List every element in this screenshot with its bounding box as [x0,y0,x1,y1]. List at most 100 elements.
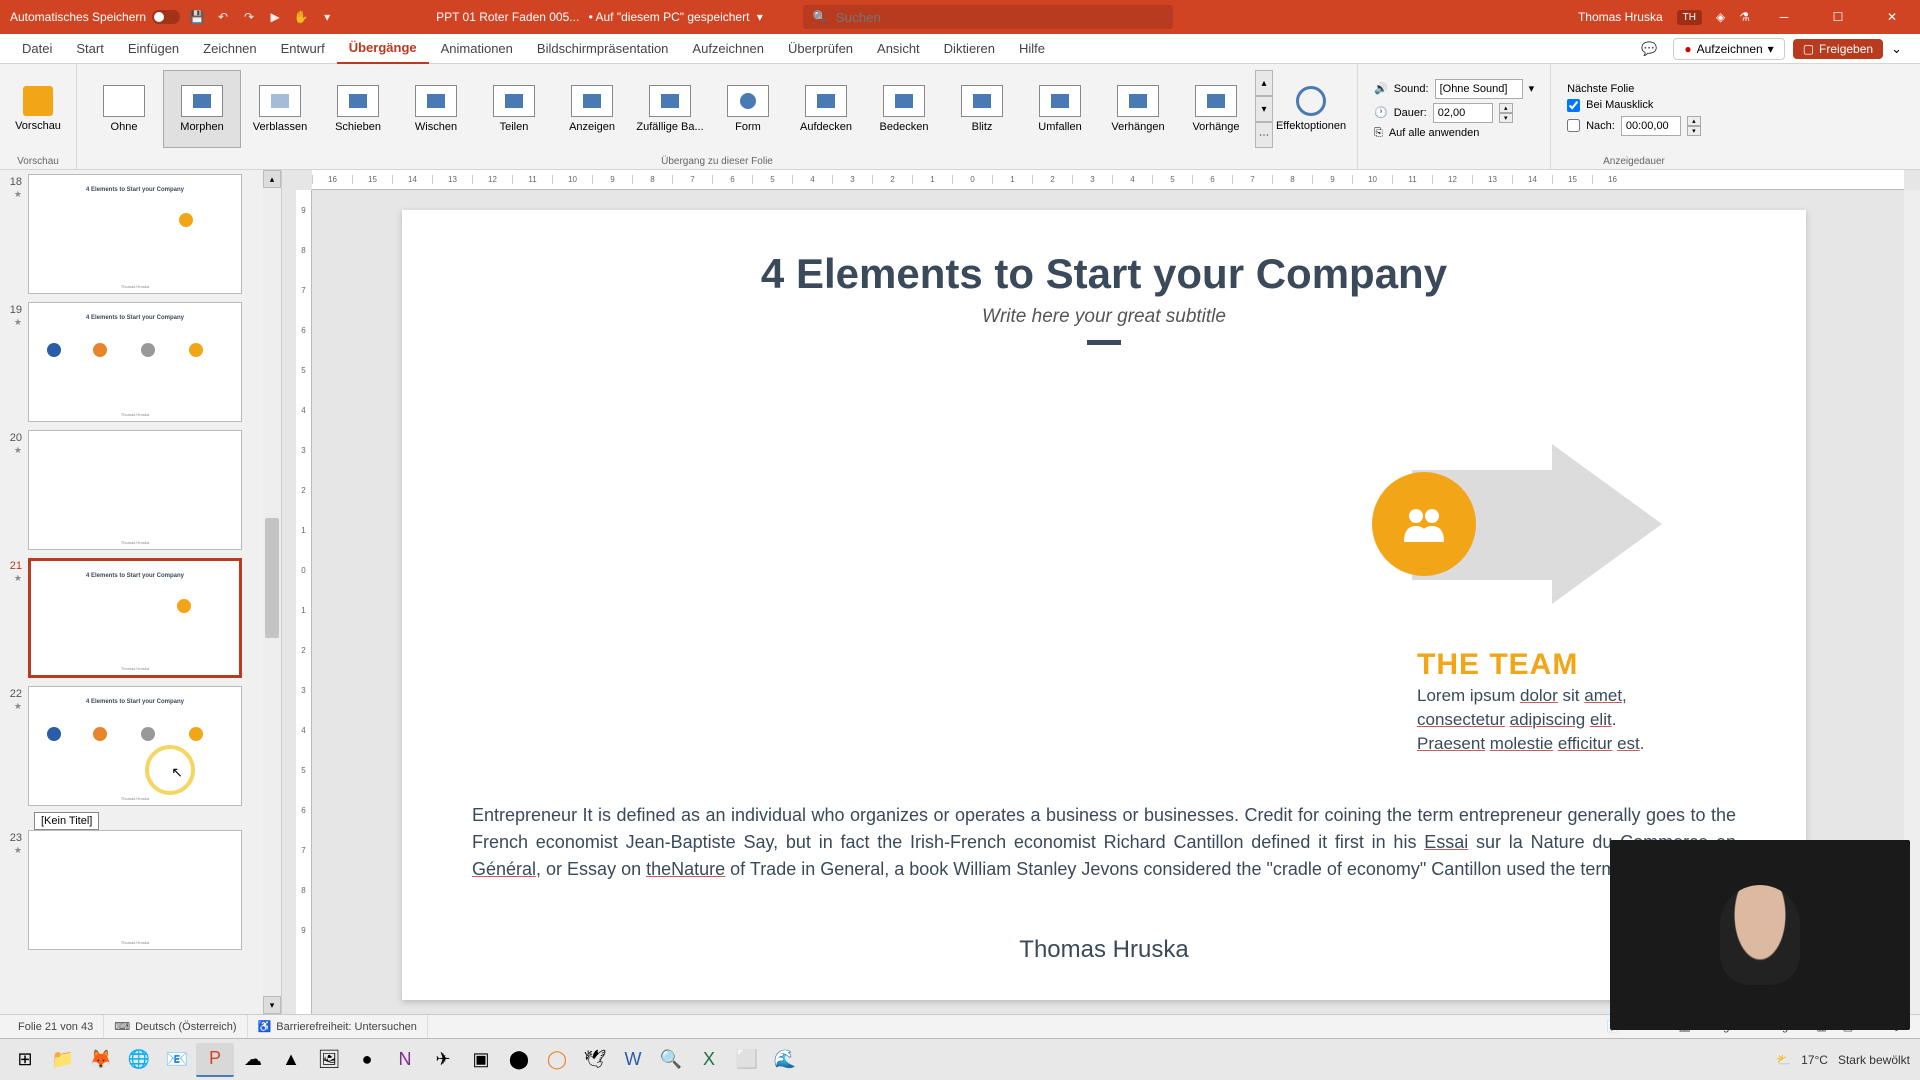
coming-soon-icon[interactable]: ⚗ [1739,10,1750,24]
transition-anzeigen[interactable]: Anzeigen [553,70,631,148]
team-body-text[interactable]: Lorem ipsum dolor sit amet, consectetur … [1417,684,1677,755]
app-icon-8[interactable]: ⬜ [728,1043,766,1077]
status-accessibility[interactable]: ♿Barrierefreiheit: Untersuchen [248,1015,428,1038]
word-icon[interactable]: W [614,1043,652,1077]
tab-einfuegen[interactable]: Einfügen [116,34,191,64]
gallery-down-icon[interactable]: ▾ [1255,96,1273,122]
transition-bedecken[interactable]: Bedecken [865,70,943,148]
thumbnail-22[interactable]: 4 Elements to Start your Company Thomas … [28,686,242,806]
nach-down-icon[interactable]: ▾ [1687,126,1701,136]
tab-datei[interactable]: Datei [10,34,64,64]
apply-all-button[interactable]: ⎘ Auf alle anwenden [1374,127,1534,140]
thumbnail-19[interactable]: 4 Elements to Start your Company Thomas … [28,302,242,422]
transition-blitz[interactable]: Blitz [943,70,1021,148]
weather-desc[interactable]: Stark bewölkt [1838,1053,1910,1067]
app-icon-6[interactable]: 🕊 [576,1043,614,1077]
telegram-icon[interactable]: ✈ [424,1043,462,1077]
outlook-icon[interactable]: 📧 [158,1043,196,1077]
tab-entwurf[interactable]: Entwurf [269,34,337,64]
touch-mode-icon[interactable]: ✋ [292,8,310,26]
transition-aufdecken[interactable]: Aufdecken [787,70,865,148]
search-input[interactable] [836,10,1163,25]
team-heading[interactable]: THE TEAM [1417,648,1578,682]
tab-ansicht[interactable]: Ansicht [865,34,932,64]
from-beginning-icon[interactable]: ▶ [266,8,284,26]
tab-ueberpruefen[interactable]: Überprüfen [776,34,865,64]
title-dropdown-icon[interactable]: ▾ [757,10,763,24]
minimize-button[interactable]: ─ [1764,0,1804,34]
thumbnail-23[interactable]: Thomas Hruska [28,830,242,950]
app-icon-3[interactable]: ● [348,1043,386,1077]
chrome-icon[interactable]: 🌐 [120,1043,158,1077]
tab-start[interactable]: Start [64,34,115,64]
effektoptionen-button[interactable]: Effektoptionen [1281,86,1341,132]
transition-morphen[interactable]: Morphen [163,70,241,148]
app-icon-7[interactable]: 🔍 [652,1043,690,1077]
dauer-down-icon[interactable]: ▾ [1499,113,1513,123]
app-icon-1[interactable]: ☁ [234,1043,272,1077]
app-icon-4[interactable]: ▣ [462,1043,500,1077]
tab-aufzeichnen[interactable]: Aufzeichnen [680,34,776,64]
tab-bildschirm[interactable]: Bildschirmpräsentation [525,34,681,64]
user-name[interactable]: Thomas Hruska [1578,10,1663,24]
user-avatar[interactable]: TH [1677,10,1702,25]
status-slide-count[interactable]: Folie 21 von 43 [8,1015,104,1038]
transition-form[interactable]: Form [709,70,787,148]
search-box[interactable]: 🔍 [803,5,1173,29]
vertical-ruler[interactable]: 9876543210123456789 [296,190,312,1014]
slide-canvas[interactable]: 4 Elements to Start your Company Write h… [402,210,1806,1000]
powerpoint-icon[interactable]: P [196,1043,234,1077]
onenote-icon[interactable]: N [386,1043,424,1077]
weather-temp[interactable]: 17°C [1801,1053,1828,1067]
slide-subtitle-text[interactable]: Write here your great subtitle [402,306,1806,328]
gallery-more-icon[interactable]: ⋯ [1255,122,1273,148]
save-icon[interactable]: 💾 [188,8,206,26]
thumbnail-18[interactable]: 4 Elements to Start your Company Thomas … [28,174,242,294]
transition-wischen[interactable]: Wischen [397,70,475,148]
tab-zeichnen[interactable]: Zeichnen [191,34,268,64]
scroll-up-icon[interactable]: ▴ [263,170,281,188]
tab-hilfe[interactable]: Hilfe [1007,34,1057,64]
ribbon-collapse-icon[interactable]: ⌄ [1883,41,1910,57]
scroll-handle[interactable] [265,518,279,638]
tab-animationen[interactable]: Animationen [429,34,525,64]
firefox-icon[interactable]: 🦊 [82,1043,120,1077]
edge-icon[interactable]: 🌊 [766,1043,804,1077]
transition-teilen[interactable]: Teilen [475,70,553,148]
status-language[interactable]: ⌨Deutsch (Österreich) [104,1015,247,1038]
thumbnail-scrollbar[interactable]: ▴ ▾ [263,170,281,1014]
qat-more-icon[interactable]: ▾ [318,8,336,26]
comments-icon[interactable]: 💬 [1633,41,1665,57]
start-button[interactable]: ⊞ [6,1043,44,1077]
horizontal-ruler[interactable]: 1615141312111098765432101234567891011121… [312,170,1904,190]
nach-input[interactable] [1621,116,1681,136]
redo-icon[interactable]: ↷ [240,8,258,26]
vlc-icon[interactable]: ▲ [272,1043,310,1077]
transition-ohne[interactable]: Ohne [85,70,163,148]
author-text[interactable]: Thomas Hruska [402,936,1806,964]
team-circle-icon[interactable] [1372,472,1476,576]
explorer-icon[interactable]: 📁 [44,1043,82,1077]
slide-title-text[interactable]: 4 Elements to Start your Company [402,250,1806,298]
diamond-icon[interactable]: ◈ [1716,10,1725,24]
close-button[interactable]: ✕ [1872,0,1912,34]
transition-zufaellig[interactable]: Zufällige Ba... [631,70,709,148]
nach-checkbox[interactable] [1567,119,1580,132]
freigeben-button[interactable]: ▢Freigeben [1793,39,1883,59]
transition-vorhaenge[interactable]: Vorhänge [1177,70,1255,148]
app-icon-2[interactable]: 🖼 [310,1043,348,1077]
gallery-up-icon[interactable]: ▴ [1255,70,1273,96]
undo-icon[interactable]: ↶ [214,8,232,26]
toggle-switch[interactable] [152,10,180,24]
transition-umfallen[interactable]: Umfallen [1021,70,1099,148]
vorschau-button[interactable]: Vorschau [8,70,68,148]
dauer-input[interactable] [1433,103,1493,123]
sound-dropdown-icon[interactable]: ▾ [1529,82,1535,95]
transition-schieben[interactable]: Schieben [319,70,397,148]
dauer-up-icon[interactable]: ▴ [1499,103,1513,113]
tab-uebergaenge[interactable]: Übergänge [337,34,429,64]
thumbnail-21[interactable]: 4 Elements to Start your Company Thomas … [28,558,242,678]
mausklick-checkbox[interactable] [1567,99,1580,112]
nach-up-icon[interactable]: ▴ [1687,116,1701,126]
sound-select[interactable] [1435,79,1523,99]
